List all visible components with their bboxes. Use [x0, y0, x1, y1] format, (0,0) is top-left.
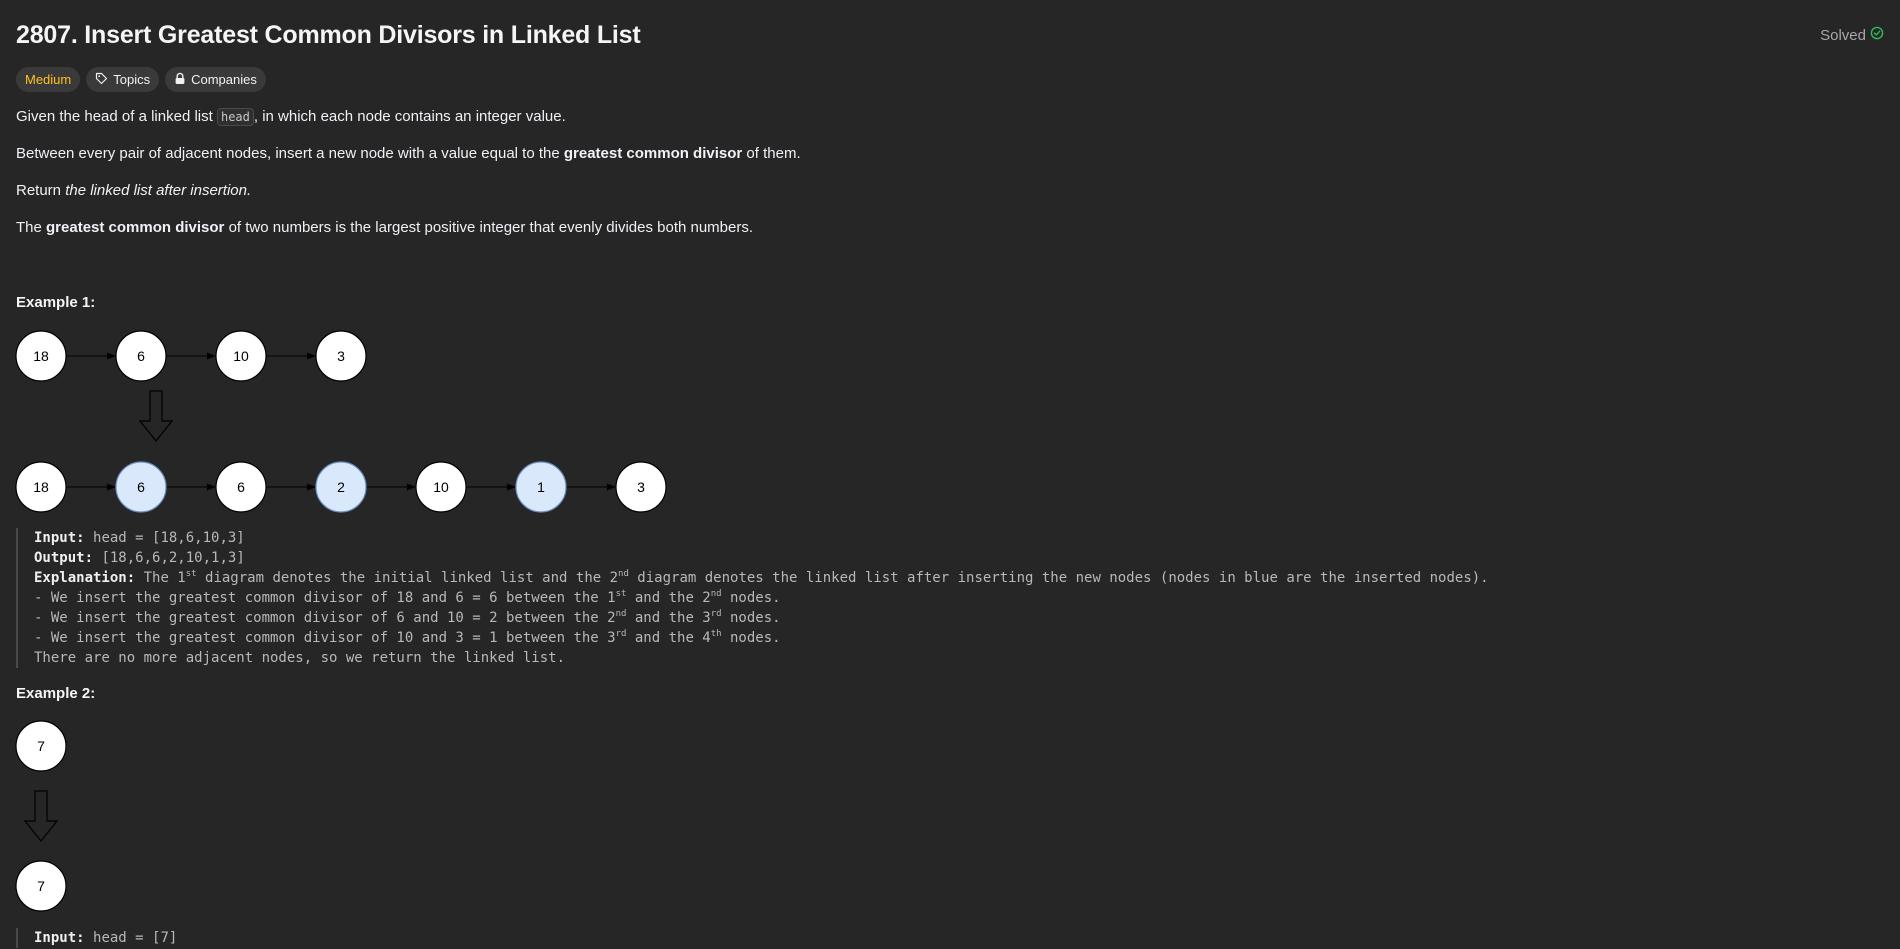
- example-1-after-node-value: 6: [237, 479, 245, 495]
- example-1-input: Input: head = [18,6,10,3]: [34, 530, 245, 546]
- example-1-after-node-value: 6: [137, 479, 145, 495]
- example-1-after-node-value: 1: [537, 479, 545, 495]
- example-1-after-arrow-head: [207, 483, 216, 491]
- example-1-output: Output: [18,6,6,2,10,1,3]: [34, 550, 245, 566]
- example-1-transform-arrow: [138, 390, 174, 442]
- example-2-input: Input: head = [7]: [34, 930, 178, 946]
- example-2-transform-arrow: [23, 790, 59, 842]
- example-2-before-node-value: 7: [37, 738, 45, 754]
- example-1-after-arrow-head: [307, 483, 316, 491]
- example-1-after-node-value: 2: [337, 479, 345, 495]
- example-1-after-node-value: 3: [637, 479, 645, 495]
- example-1-before-arrow-head: [207, 352, 216, 360]
- example-1-after-node-value: 10: [433, 479, 449, 495]
- example-1-before-node-value: 6: [137, 348, 145, 364]
- problem-description-panel: 2807. Insert Greatest Common Divisors in…: [0, 0, 1900, 949]
- linked-list-diagrams: 18 6 10 3 18 6 6 2 10 1 3 7 7: [15, 330, 667, 912]
- example-1-block: Input: head = [18,6,10,3] Output: [18,6,6…: [16, 528, 1489, 668]
- example-2-after-linked-list: 7: [15, 860, 67, 912]
- example-1-after-linked-list: 18 6 6 2 10 1 3: [15, 461, 667, 513]
- explanation-step-3: - We insert the greatest common divisor …: [34, 629, 781, 647]
- example-1-before-node-value: 3: [337, 348, 345, 364]
- explanation-final: There are no more adjacent nodes, so we …: [34, 650, 566, 666]
- example-1-before-node-value: 10: [233, 348, 249, 364]
- example-1-after-arrow-head: [407, 483, 416, 491]
- example-2-block: Input: head = [7]: [16, 928, 177, 948]
- example-1-after-arrow-head: [607, 483, 616, 491]
- example-1-before-linked-list: 18 6 10 3: [15, 330, 367, 382]
- example-2-before-linked-list: 7: [15, 720, 67, 772]
- example-1-before-node-value: 18: [33, 348, 49, 364]
- example-1-after-node-value: 18: [33, 479, 49, 495]
- example-2-title: Example 2:: [16, 685, 96, 702]
- example-1-after-arrow-head: [507, 483, 516, 491]
- example-1-after-arrow-head: [107, 483, 116, 491]
- example-1-before-arrow-head: [107, 352, 116, 360]
- example-2-after-node-value: 7: [37, 878, 45, 894]
- explanation-step-1: - We insert the greatest common divisor …: [34, 589, 781, 607]
- explanation-step-2: - We insert the greatest common divisor …: [34, 609, 781, 627]
- example-1-before-arrow-head: [307, 352, 316, 360]
- example-1-explanation: Explanation: The 1st diagram denotes the…: [34, 569, 1489, 587]
